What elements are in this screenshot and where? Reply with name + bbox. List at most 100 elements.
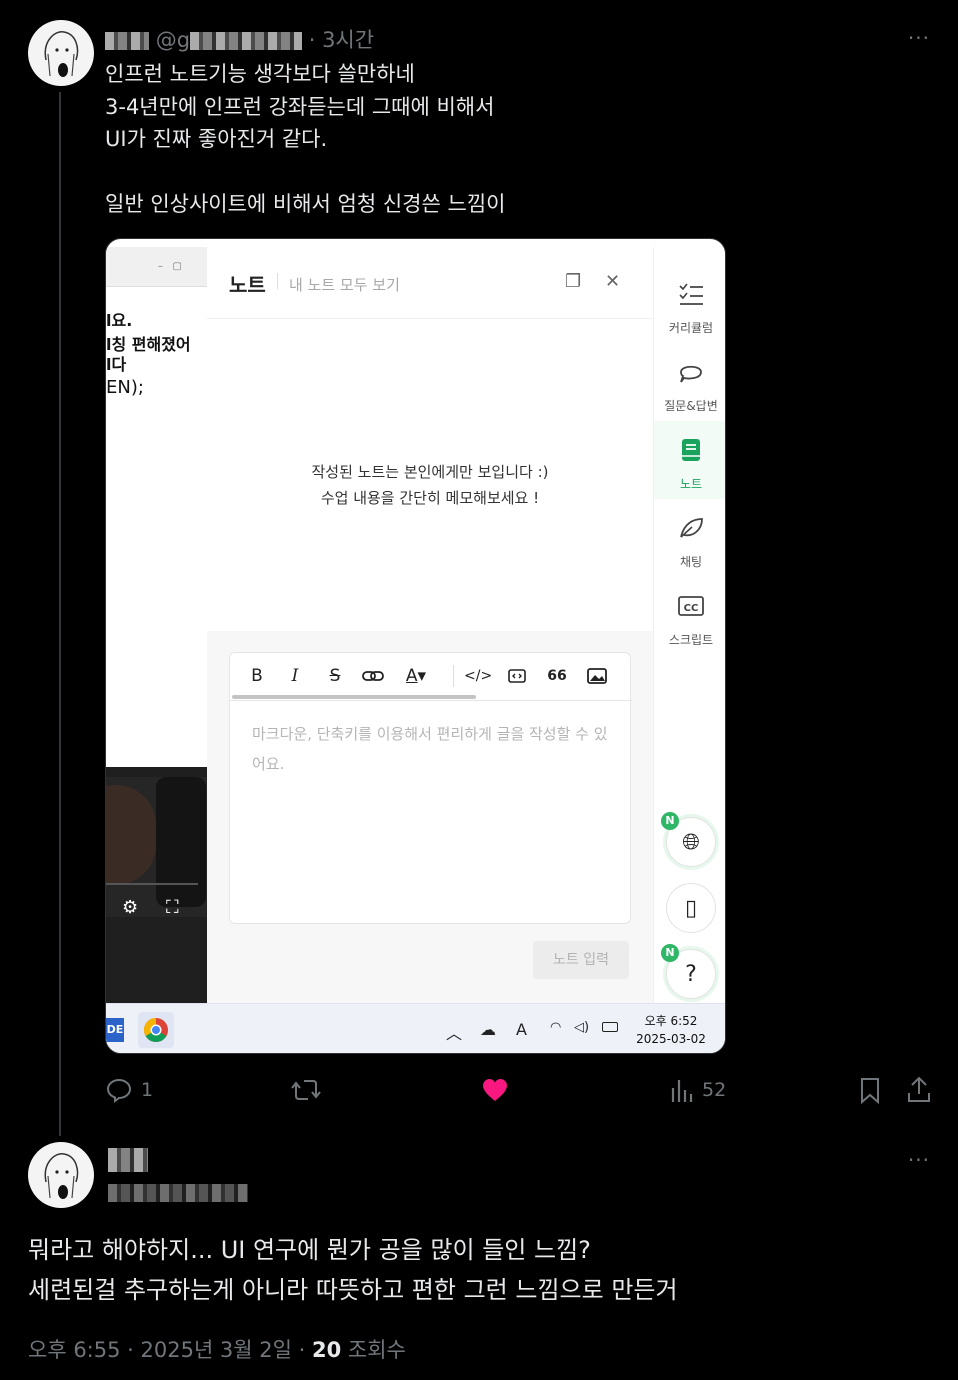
video-code: EN); [106,377,144,398]
reply-count: 1 [141,1079,154,1101]
battery-icon[interactable] [602,1022,618,1032]
nav-label: 질문&답변 [664,399,718,413]
text-color-button[interactable]: A▾ [398,663,434,689]
more-options-button[interactable]: ··· [908,26,930,50]
nav-label: 채팅 [679,555,703,569]
volume-icon[interactable]: ◁) [574,1020,589,1035]
strikethrough-button[interactable]: S [322,663,348,689]
video-progress[interactable] [106,883,198,885]
instructor-video [106,777,207,917]
wifi-icon[interactable]: ◠ [550,1020,561,1035]
toolbar-divider [453,665,454,687]
italic-button[interactable]: I [282,663,308,689]
video-frame: – ▢ l요. l칭 편해졌어 l다 EN); [106,247,207,767]
avatar[interactable] [28,20,94,86]
nav-script[interactable]: CC 스크립트 [654,577,725,655]
tweet-line [105,156,865,189]
fullscreen-icon[interactable]: ⛶ [166,897,179,918]
toolbar-scrollbar[interactable] [232,695,476,699]
nav-label: 커리큘럼 [668,321,714,335]
leaf-icon [680,518,703,538]
code-icon[interactable]: </> [464,663,492,689]
chair [156,777,206,907]
nav-chat[interactable]: 채팅 [654,499,725,577]
nav-label: 스크립트 [668,633,714,647]
image-icon[interactable] [584,663,610,689]
tweet-line: 일반 인상사이트에 비해서 엄청 신경쓴 느낌이 [105,192,506,216]
mobile-button[interactable]: ▯ [666,883,716,933]
note-editor[interactable]: B I S A▾ </> 66 마크다운, 단축키를 이용해서 편리하게 글을 … [229,652,632,924]
redacted-handle [108,1184,248,1202]
settings-icon[interactable]: ⚙ [122,897,138,918]
timestamp[interactable]: · 3시간 [309,28,374,52]
editor-placeholder[interactable]: 마크다운, 단축키를 이용해서 편리하게 글을 작성할 수 있어요. [252,719,612,779]
view-count: 52 [702,1079,727,1101]
note-header: 노트 내 노트 모두 보기 ❐ ✕ [207,247,653,319]
taskbar-app[interactable]: DE [106,1018,124,1042]
language-button[interactable]: 🌐︎ N [661,812,716,867]
views-button[interactable]: 52 [670,1076,726,1104]
tweet-author[interactable] [108,1148,248,1202]
submit-note-button[interactable]: 노트 입력 [533,941,629,979]
close-icon[interactable]: ✕ [605,271,620,292]
note-title: 노트 [229,273,266,297]
heart-icon [483,1079,507,1101]
video-caption: l다 [106,355,127,374]
right-sidebar: 커리큘럼 질문&답변 노트 채팅 CC 스크립트 🌐︎ N ▯ ? N [653,247,725,1003]
retweet-button[interactable] [290,1076,322,1104]
retweet-icon [291,1080,321,1100]
views-count: 20 [312,1338,342,1362]
nav-label: 노트 [679,477,703,491]
quote-button[interactable]: 66 [544,663,570,689]
tweet-image[interactable]: – ▢ l요. l칭 편해졌어 l다 EN); ⚙ ⛶ 노트 내 노트 모두 보… [105,238,726,1054]
new-badge: N [661,812,679,830]
clock-date: 2025-03-02 [636,1032,706,1046]
reply-button[interactable]: 1 [105,1076,153,1104]
curriculum-icon [679,283,703,305]
views-label: 조회수 [341,1338,406,1362]
popout-icon[interactable]: ❐ [565,271,581,292]
svg-text:CC: CC [684,603,699,614]
tweet-line: 세련된걸 추구하는게 아니라 따뜻하고 편한 그런 느낌으로 만든거 [28,1276,678,1304]
chevron-up-icon[interactable]: ︿ [446,1020,462,1044]
view-all-notes-link[interactable]: 내 노트 모두 보기 [289,274,400,295]
chat-bubble-icon [680,365,702,383]
empty-message: 수업 내용을 간단히 메모해보세요 ! [320,489,540,507]
editor-toolbar: B I S A▾ </> 66 [230,653,632,701]
tweet-line: 3-4년만에 인프런 강좌듣는데 그때에 비해서 [105,94,495,119]
redacted-name [108,1148,148,1172]
bold-button[interactable]: B [244,663,270,689]
nav-note[interactable]: 노트 [654,421,725,499]
handle[interactable]: @g [156,28,190,52]
chrome-icon[interactable] [138,1012,174,1048]
instructor [106,785,156,885]
editor-area: B I S A▾ </> 66 마크다운, 단축키를 이용해서 편리하게 글을 … [207,631,653,1003]
cc-icon: CC [678,596,704,616]
divider [277,273,278,289]
help-button[interactable]: ? N [661,944,716,999]
more-options-button[interactable]: ··· [908,1148,930,1172]
timestamp[interactable]: 오후 6:55 · 2025년 3월 2일 · [28,1338,312,1362]
share-button[interactable] [906,1076,932,1104]
tweet-meta: 오후 6:55 · 2025년 3월 2일 · 20 조회수 [28,1334,406,1364]
note-icon [682,439,700,461]
reply-icon [106,1078,132,1103]
redacted-handle [190,32,303,50]
tweet-line: 인프런 노트기능 생각보다 쓸만하네 [105,62,415,86]
empty-message: 작성된 노트는 본인에게만 보입니다 :) [311,463,549,481]
like-button[interactable] [481,1076,509,1104]
nav-curriculum[interactable]: 커리큘럼 [654,265,725,343]
ime-icon[interactable]: A [516,1020,527,1039]
nav-qna[interactable]: 질문&답변 [654,343,725,421]
help-label: ? [685,962,697,987]
bookmark-button[interactable] [858,1076,882,1104]
video-player[interactable]: – ▢ l요. l칭 편해졌어 l다 EN); ⚙ ⛶ [106,247,207,1003]
link-icon[interactable] [360,663,386,689]
codeblock-icon[interactable] [504,663,530,689]
globe-icon: 🌐︎ [682,830,700,855]
avatar[interactable] [28,1142,94,1208]
tweet-header: @g · 3시간 [105,24,374,52]
onedrive-icon[interactable]: ☁ [480,1020,496,1039]
taskbar-clock[interactable]: 오후 6:52 2025-03-02 [626,1012,716,1048]
tweet-line: UI가 진짜 좋아진거 같다. [105,127,328,151]
